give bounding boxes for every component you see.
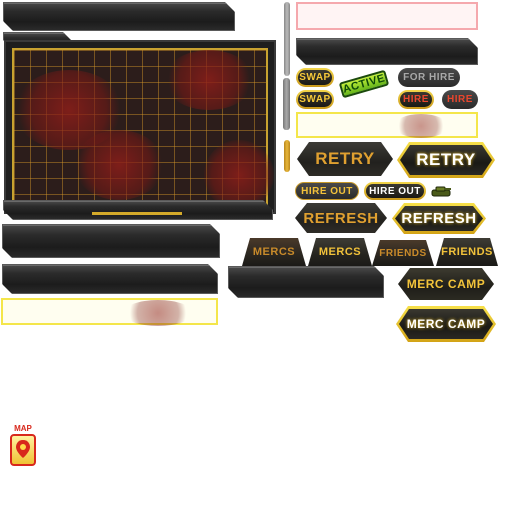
map-panel	[4, 40, 276, 214]
active-badge: ACTIVE	[338, 69, 390, 99]
tab-mercs-active[interactable]: MERCS	[308, 238, 372, 266]
map-panel-gold-line	[92, 212, 182, 215]
hire-button[interactable]: HIRE	[442, 90, 478, 109]
tab-mercs[interactable]: MERCS	[242, 238, 306, 266]
retry-button[interactable]: RETRY	[297, 142, 393, 176]
input-slot-pink[interactable]	[296, 2, 478, 30]
map-marker-icon	[10, 434, 36, 466]
map-button[interactable]: MAP	[6, 424, 40, 468]
tab-friends[interactable]: FRIENDS	[372, 240, 434, 266]
input-slot-yellow-right[interactable]	[296, 112, 478, 138]
hire-out-button[interactable]: HIRE OUT	[295, 182, 359, 200]
dark-bar-3[interactable]	[228, 266, 384, 298]
merc-camp-button-active[interactable]: MERC CAMP	[396, 306, 496, 342]
vertical-slider-grey[interactable]	[283, 78, 290, 130]
map-panel-header	[3, 2, 235, 31]
merc-camp-button[interactable]: MERC CAMP	[398, 268, 494, 300]
dark-bar-right[interactable]	[296, 38, 478, 65]
hire-out-button-active[interactable]: HIRE OUT	[364, 182, 426, 200]
vertical-slider-track[interactable]	[284, 2, 290, 76]
retry-button-active[interactable]: RETRY	[397, 142, 495, 178]
map-grid	[12, 48, 274, 210]
refresh-button-active[interactable]: REFRESH	[392, 203, 486, 234]
for-hire-button[interactable]: FOR HIRE	[398, 68, 460, 87]
swap-button[interactable]: SWAP	[296, 90, 334, 109]
refresh-button[interactable]: REFRESH	[295, 203, 387, 233]
map-panel-footer	[3, 200, 273, 220]
swap-button-active[interactable]: SWAP	[296, 68, 334, 87]
hire-button-active[interactable]: HIRE	[398, 90, 434, 109]
tab-friends-active[interactable]: FRIENDS	[436, 238, 498, 266]
dark-bar-2[interactable]	[2, 264, 218, 294]
vertical-slider-gold[interactable]	[284, 140, 290, 172]
map-label: MAP	[14, 424, 32, 433]
dark-bar-1[interactable]	[2, 224, 220, 258]
tank-icon	[430, 184, 452, 197]
input-slot-yellow-left[interactable]	[1, 298, 218, 326]
